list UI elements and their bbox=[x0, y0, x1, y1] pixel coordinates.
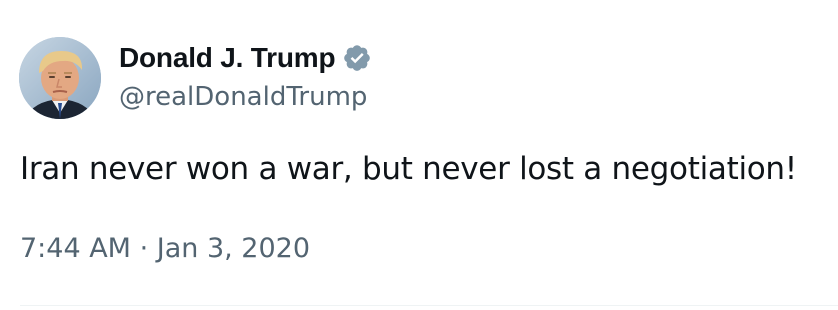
avatar-image bbox=[19, 37, 101, 119]
divider bbox=[20, 305, 838, 306]
timestamp-separator: · bbox=[130, 233, 157, 264]
tweet-text: Iran never won a war, but never lost a n… bbox=[20, 151, 797, 187]
tweet-date: Jan 3, 2020 bbox=[156, 233, 310, 264]
name-row: Donald J. Trump bbox=[119, 40, 372, 76]
timestamp-link[interactable]: 7:44 AM · Jan 3, 2020 bbox=[20, 233, 310, 264]
tweet-card: Donald J. Trump @realDonaldTrump Iran ne… bbox=[0, 0, 838, 310]
avatar[interactable] bbox=[19, 37, 101, 119]
verified-badge-icon[interactable] bbox=[342, 43, 372, 73]
display-name[interactable]: Donald J. Trump bbox=[119, 42, 336, 74]
user-handle[interactable]: @realDonaldTrump bbox=[119, 82, 367, 112]
tweet-time: 7:44 AM bbox=[20, 233, 131, 264]
